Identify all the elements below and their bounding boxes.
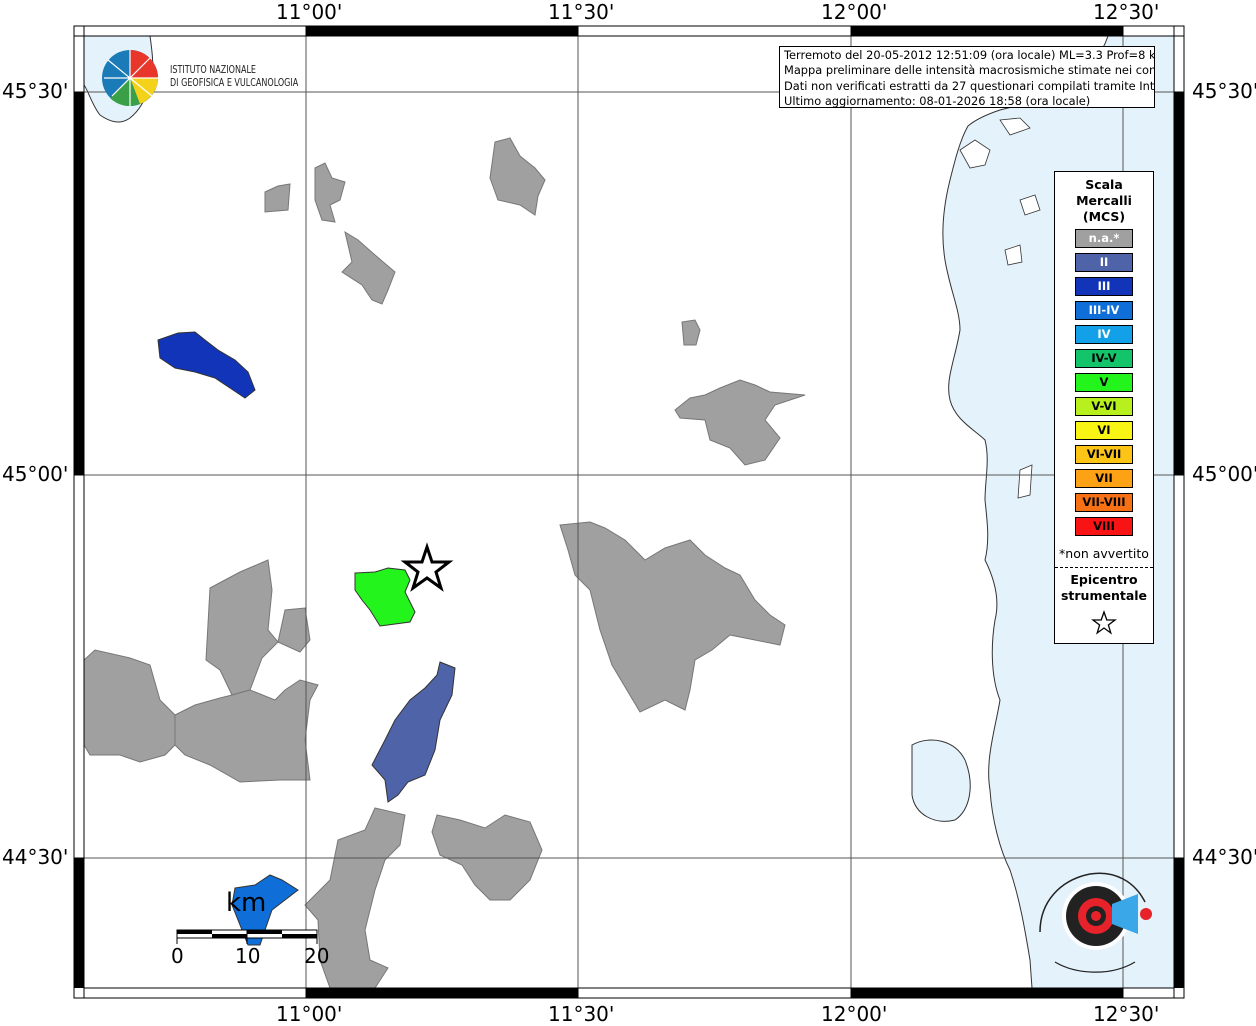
ingv-logo-text: ISTITUTO NAZIONALE DI GEOFISICA E VULCAN… [170,64,298,90]
left-label-lat-2: 45°00' [2,462,69,486]
legend-epicenter-line-1: Epicentro [1070,572,1138,587]
legend-note: *non avvertito [1059,546,1149,561]
legend-item: III-IV [1075,301,1133,320]
right-label-lat-1: 45°30' [1192,79,1256,103]
legend-item: III [1075,277,1133,296]
left-label-lat-1: 45°30' [2,79,69,103]
intensity-legend: Scala Mercalli (MCS) n.a.* II III III-IV IV I… [1054,171,1154,644]
left-label-lat-3: 44°30' [2,845,69,869]
ingv-logo-globe [102,50,158,107]
legend-item: IV-V [1075,349,1133,368]
event-info-box: Terremoto del 20-05-2012 12:51:09 (ora l… [779,46,1155,108]
legend-item: VII [1075,469,1133,488]
info-line-2: Mappa preliminare delle intensità macros… [784,63,1155,78]
legend-item: V [1075,373,1133,392]
legend-epicenter-label: Epicentro strumentale [1055,572,1153,604]
legend-title-line-2: Mercalli [1076,193,1132,208]
legend-item: VI-VII [1075,445,1133,464]
top-label-lon-2: 11°30' [548,0,615,24]
info-line-1: Terremoto del 20-05-2012 12:51:09 (ora l… [784,48,1155,62]
scale-label-0: 0 [171,944,184,968]
legend-item: VI [1075,421,1133,440]
legend-star-icon [1091,610,1117,635]
scale-unit: km [226,888,267,918]
top-label-lon-3: 12°00' [821,0,888,24]
bottom-label-lon-3: 12°00' [821,1002,888,1026]
legend-item: VII-VIII [1075,493,1133,512]
scale-label-10: 10 [235,944,261,968]
right-label-lat-2: 45°00' [1192,462,1256,486]
right-label-lat-3: 44°30' [1192,845,1256,869]
top-label-lon-4: 12°30' [1093,0,1160,24]
legend-item: IV [1075,325,1133,344]
legend-epicenter-line-2: strumentale [1060,588,1148,603]
info-line-4: Ultimo aggiornamento: 08-01-2026 18:58 (… [784,94,1091,108]
legend-item: V-VI [1075,397,1133,416]
legend-title-line-3: (MCS) [1082,209,1126,224]
legend-title: Scala Mercalli (MCS) [1055,177,1153,225]
legend-item: II [1075,253,1133,272]
haisentito-logo [1039,872,1152,973]
info-line-3: Dati non verificati estratti da 27 quest… [784,78,1155,93]
bottom-label-lon-1: 11°00' [276,1002,343,1026]
bottom-label-lon-2: 11°30' [548,1002,615,1026]
legend-separator [1055,567,1153,568]
legend-item: n.a.* [1075,229,1133,248]
bottom-label-lon-4: 12°30' [1093,1002,1160,1026]
top-label-lon-1: 11°00' [276,0,343,24]
logo-line-2: DI GEOFISICA E VULCANOLOGIA [170,77,299,89]
legend-title-line-1: Scala [1085,177,1123,192]
scale-label-20: 20 [304,944,330,968]
logo-line-1: ISTITUTO NAZIONALE [170,64,257,76]
legend-item: VIII [1075,517,1133,536]
